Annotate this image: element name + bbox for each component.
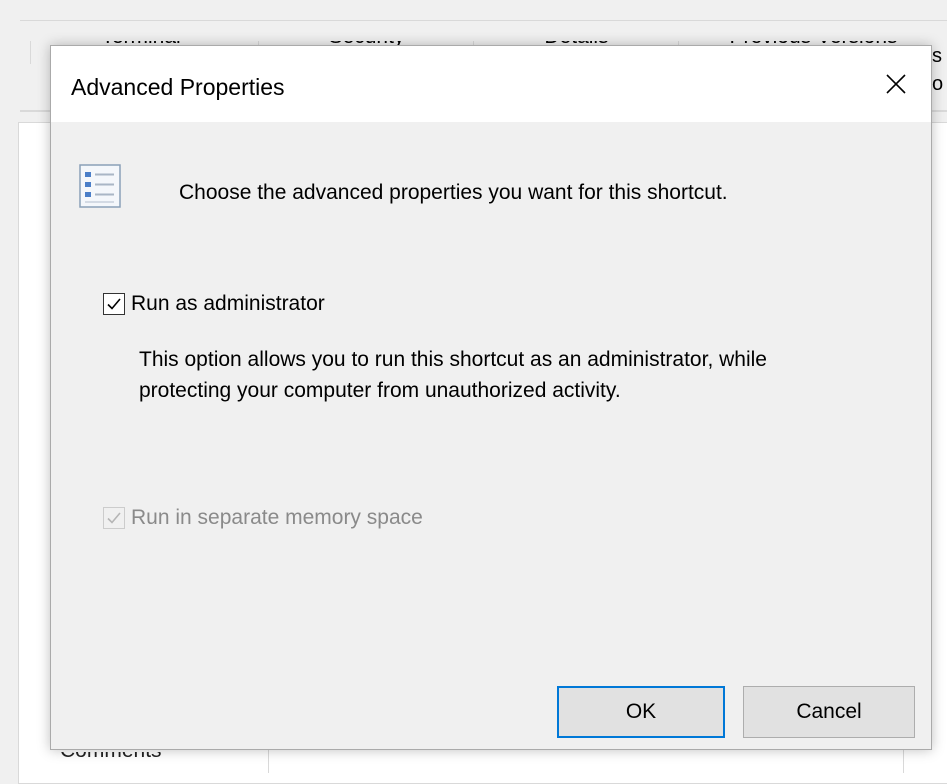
dialog-title: Advanced Properties xyxy=(71,74,285,100)
close-icon xyxy=(886,74,906,94)
run-as-admin-checkbox[interactable] xyxy=(103,293,125,315)
run-as-admin-checkbox-row[interactable]: Run as administrator xyxy=(103,292,325,316)
dialog-instruction: Choose the advanced properties you want … xyxy=(179,181,728,204)
ok-button[interactable]: OK xyxy=(557,686,725,738)
background-comments-label: Comments xyxy=(60,752,162,773)
checkmark-icon xyxy=(107,298,121,310)
dialog-titlebar[interactable]: Advanced Properties xyxy=(51,46,931,122)
run-as-admin-description: This option allows you to run this short… xyxy=(139,348,767,402)
close-button[interactable] xyxy=(861,46,931,122)
separate-memory-checkbox xyxy=(103,507,125,529)
separate-memory-label: Run in separate memory space xyxy=(131,506,423,529)
advanced-properties-dialog: Advanced Properties Choose the advanced … xyxy=(50,45,932,750)
separate-memory-checkbox-row: Run in separate memory space xyxy=(103,506,423,530)
checkmark-icon xyxy=(107,512,121,524)
background-edge-text: s o xyxy=(932,45,944,95)
checklist-icon xyxy=(79,164,121,208)
run-as-admin-label[interactable]: Run as administrator xyxy=(131,292,325,316)
cancel-button[interactable]: Cancel xyxy=(743,686,915,738)
